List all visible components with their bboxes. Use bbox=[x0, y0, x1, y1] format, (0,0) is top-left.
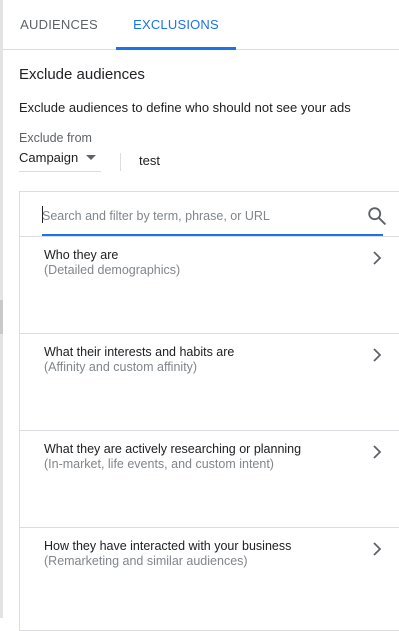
left-edge-bar bbox=[0, 0, 3, 618]
category-row-researching-planning[interactable]: What they are actively researching or pl… bbox=[20, 430, 399, 527]
exclude-from-dropdown[interactable]: Campaign bbox=[19, 146, 101, 172]
category-row-interacted-business[interactable]: How they have interacted with your busin… bbox=[20, 527, 399, 624]
category-title: What they are actively researching or pl… bbox=[44, 442, 302, 456]
left-edge-notch bbox=[0, 300, 3, 334]
category-subtitle: (Detailed demographics) bbox=[44, 263, 181, 277]
category-row-interests-habits[interactable]: What their interests and habits are (Aff… bbox=[20, 333, 399, 430]
tab-exclusions-label: EXCLUSIONS bbox=[133, 17, 219, 32]
category-title: How they have interacted with your busin… bbox=[44, 539, 292, 553]
tab-bar: AUDIENCES EXCLUSIONS bbox=[3, 0, 399, 50]
category-subtitle: (Affinity and custom affinity) bbox=[44, 360, 198, 374]
tab-audiences[interactable]: AUDIENCES bbox=[9, 0, 109, 49]
section-title: Exclude audiences bbox=[19, 66, 145, 83]
vertical-divider bbox=[120, 153, 121, 171]
tab-exclusions[interactable]: EXCLUSIONS bbox=[116, 0, 236, 50]
search-icon[interactable] bbox=[366, 205, 388, 227]
category-title: Who they are bbox=[44, 248, 119, 262]
caret-down-icon bbox=[86, 155, 96, 160]
category-subtitle: (In-market, life events, and custom inte… bbox=[44, 457, 274, 471]
chevron-right-icon bbox=[373, 445, 382, 459]
search-field[interactable] bbox=[42, 200, 386, 236]
campaign-name: test bbox=[139, 153, 160, 168]
category-row-who-they-are[interactable]: Who they are (Detailed demographics) bbox=[20, 236, 399, 333]
text-cursor bbox=[42, 206, 43, 223]
chevron-right-icon bbox=[373, 542, 382, 556]
category-subtitle: (Remarketing and similar audiences) bbox=[44, 554, 248, 568]
audience-browser-panel: Who they are (Detailed demographics) Wha… bbox=[19, 191, 399, 631]
chevron-right-icon bbox=[373, 348, 382, 362]
search-input[interactable] bbox=[42, 206, 342, 226]
category-title: What their interests and habits are bbox=[44, 345, 235, 359]
exclude-from-selected: Campaign bbox=[19, 150, 79, 165]
exclude-from-label: Exclude from bbox=[19, 131, 92, 145]
chevron-right-icon bbox=[373, 251, 382, 265]
active-tab-indicator bbox=[116, 47, 236, 50]
section-description: Exclude audiences to define who should n… bbox=[19, 100, 351, 115]
